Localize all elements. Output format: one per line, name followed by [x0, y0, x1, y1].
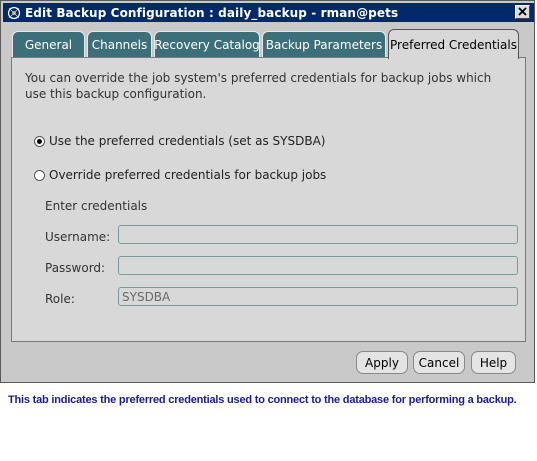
apply-button[interactable]: Apply	[356, 351, 408, 374]
use-preferred-label: Use the preferred credentials (set as SY…	[49, 134, 326, 148]
close-button[interactable]	[515, 5, 530, 19]
override-radio[interactable]	[34, 169, 45, 181]
tab-channels[interactable]: Channels	[87, 31, 152, 57]
close-icon	[518, 5, 527, 19]
tab-recovery-catalog[interactable]: Recovery Catalog	[154, 31, 260, 57]
tab-preferred-credentials[interactable]: Preferred Credentials	[388, 29, 519, 59]
tab-general[interactable]: General	[12, 31, 85, 57]
override-label: Override preferred credentials for backu…	[49, 168, 327, 182]
cancel-button[interactable]: Cancel	[413, 351, 465, 374]
intro-text: You can override the job system's prefer…	[25, 71, 492, 101]
help-label: Help	[479, 355, 508, 370]
username-field[interactable]	[118, 225, 518, 244]
role-label: Role:	[45, 292, 75, 306]
tab-label: Backup Parameters	[265, 37, 383, 52]
password-field[interactable]	[118, 256, 518, 275]
override-credentials-option[interactable]: Override preferred credentials for backu…	[34, 168, 326, 182]
use-preferred-credentials-option[interactable]: Use the preferred credentials (set as SY…	[34, 134, 325, 148]
app-icon	[6, 5, 22, 21]
cancel-label: Cancel	[418, 355, 460, 370]
username-label: Username:	[45, 230, 111, 244]
enter-credentials-heading: Enter credentials	[45, 199, 148, 213]
password-label: Password:	[45, 261, 106, 275]
role-field[interactable]	[118, 287, 518, 306]
figure-caption: This tab indicates the preferred credent…	[8, 394, 517, 406]
tab-backup-parameters[interactable]: Backup Parameters	[262, 31, 386, 57]
tab-label: Recovery Catalog	[154, 37, 260, 52]
tab-label: General	[24, 37, 73, 52]
tab-label: Channels	[91, 37, 148, 52]
window-title: Edit Backup Configuration : daily_backup…	[25, 5, 399, 20]
dialog-window: Edit Backup Configuration : daily_backup…	[0, 0, 535, 383]
apply-label: Apply	[365, 355, 399, 370]
tab-label: Preferred Credentials	[390, 37, 517, 52]
help-button[interactable]: Help	[471, 351, 516, 374]
preferred-credentials-panel: You can override the job system's prefer…	[11, 57, 526, 342]
title-bar[interactable]: Edit Backup Configuration : daily_backup…	[3, 3, 534, 22]
use-preferred-radio[interactable]	[34, 135, 45, 147]
